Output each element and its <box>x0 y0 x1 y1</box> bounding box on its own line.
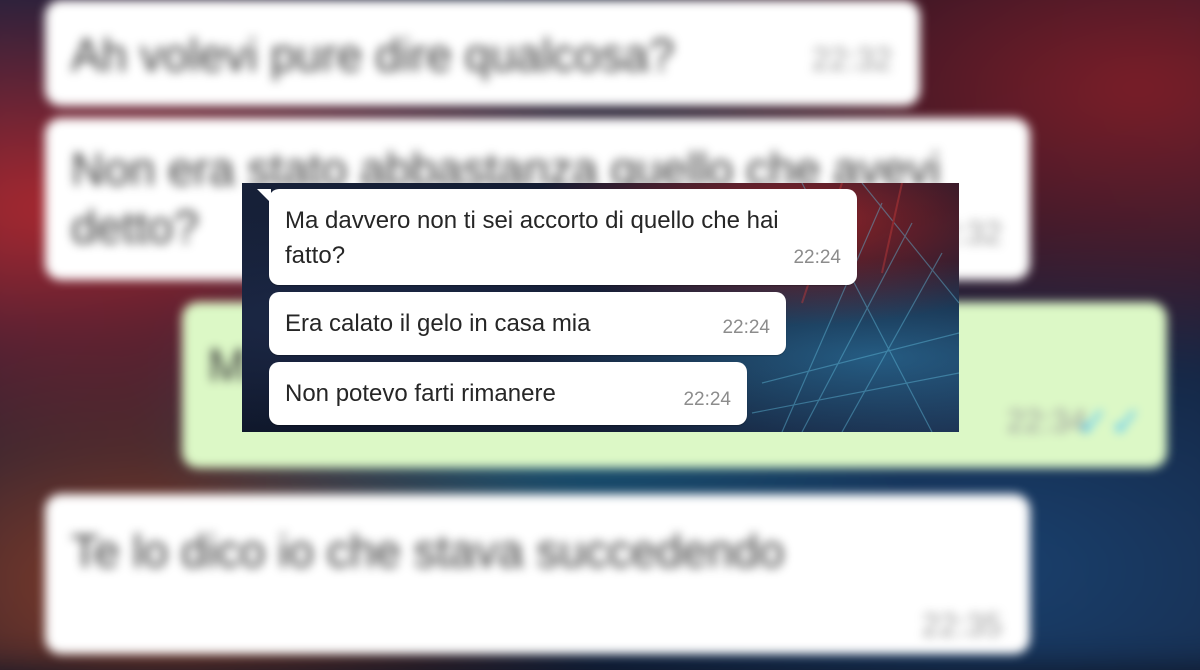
chat-message-text: Ma davvero non ti sei accorto di quello … <box>285 207 779 269</box>
background-message: Te lo dico io che stava succedendo 22:35 <box>45 494 1030 654</box>
double-check-icon: ✓✓ <box>1075 401 1143 445</box>
background-message-text: Ah volevi pure dire qualcosa? <box>71 29 675 81</box>
background-message: Ah volevi pure dire qualcosa? 22:32 <box>45 0 920 106</box>
chat-screenshot-card: Ma davvero non ti sei accorto di quello … <box>242 183 959 432</box>
chat-message-text: Non potevo farti rimanere <box>285 380 556 407</box>
chat-message-time: 22:24 <box>722 317 770 338</box>
chat-message[interactable]: Era calato il gelo in casa mia 22:24 <box>269 292 786 355</box>
chat-message[interactable]: Ma davvero non ti sei accorto di quello … <box>257 189 857 285</box>
background-message-time: 22:35 <box>921 607 1002 643</box>
chat-message-time: 22:24 <box>793 247 841 268</box>
background-message-time: 22:32 <box>811 41 892 77</box>
chat-message[interactable]: Non potevo farti rimanere 22:24 <box>269 362 747 425</box>
background-message-text: Te lo dico io che stava succedendo <box>71 525 785 577</box>
chat-message-time: 22:24 <box>683 389 731 410</box>
chat-message-text: Era calato il gelo in casa mia <box>285 310 591 337</box>
